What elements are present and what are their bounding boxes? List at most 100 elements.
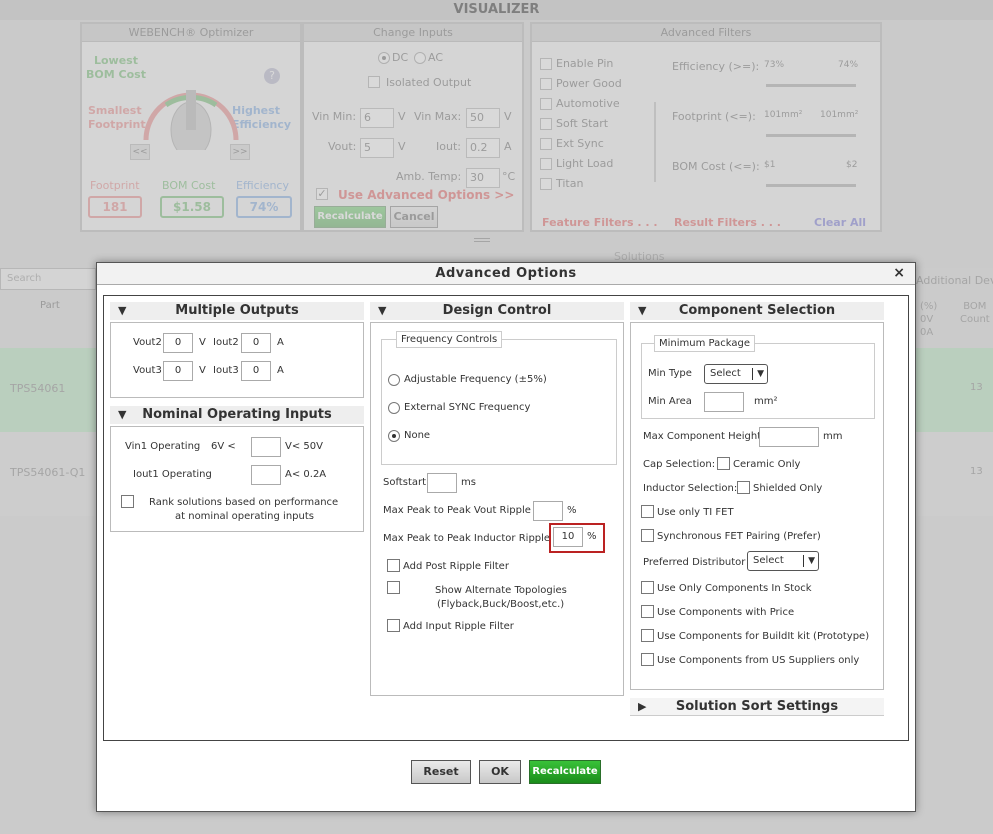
chevron-down-icon: ▼ [808,556,815,566]
adjustable-frequency-label: Adjustable Frequency (±5%) [404,374,547,385]
iout3-label: Iout3 [213,365,239,376]
iout2-label: Iout2 [213,337,239,348]
min-area-input[interactable] [704,392,744,412]
advanced-options-dialog: Advanced Options × ▼ Multiple Outputs Vo… [96,262,916,812]
minimum-package-group: Minimum Package Min Type Select ▼ Min Ar… [641,335,875,419]
alternate-topologies-label-2: (Flyback,Buck/Boost,etc.) [437,599,565,610]
alternate-topologies-label-1: Show Alternate Topologies [435,585,567,596]
vout2-unit: V [199,337,206,348]
cap-selection-label: Cap Selection: [643,459,716,470]
external-sync-label: External SYNC Frequency [404,402,531,413]
sync-fet-checkbox[interactable] [641,529,654,542]
inductor-ripple-unit: % [587,531,597,542]
rank-solutions-checkbox[interactable] [121,495,134,508]
multiple-outputs-title: Multiple Outputs [175,303,299,318]
nominal-inputs-header[interactable]: ▼ Nominal Operating Inputs [110,406,364,424]
vout3-label: Vout3 [133,365,162,376]
sort-settings-header[interactable]: ▶ Solution Sort Settings [630,698,884,716]
buildit-kit-checkbox[interactable] [641,629,654,642]
inductor-ripple-label: Max Peak to Peak Inductor Ripple [383,533,551,544]
min-type-label: Min Type [648,368,692,379]
buildit-kit-label: Use Components for BuildIt kit (Prototyp… [657,631,870,642]
inductor-ripple-input[interactable]: 10 [553,527,583,547]
vout2-input[interactable]: 0 [163,333,193,353]
iout3-unit: A [277,365,284,376]
iout1-input[interactable] [251,465,281,485]
softstart-unit: ms [461,477,476,488]
ok-button[interactable]: OK [479,760,521,784]
us-suppliers-label: Use Components from US Suppliers only [657,655,860,666]
reset-button[interactable]: Reset [411,760,471,784]
max-height-unit: mm [823,431,843,442]
post-ripple-label: Add Post Ripple Filter [403,561,509,572]
alternate-topologies-checkbox[interactable] [387,581,400,594]
vout3-unit: V [199,365,206,376]
design-control-box: Frequency Controls Adjustable Frequency … [370,322,624,696]
us-suppliers-checkbox[interactable] [641,653,654,666]
component-selection-box: Minimum Package Min Type Select ▼ Min Ar… [630,322,884,690]
in-stock-label: Use Only Components In Stock [657,583,812,594]
vin1-label: Vin1 Operating [125,441,201,452]
adjustable-frequency-radio[interactable] [388,374,400,386]
shielded-only-checkbox[interactable] [737,481,750,494]
only-ti-fet-label: Use only TI FET [657,507,734,518]
vout3-input[interactable]: 0 [163,361,193,381]
preferred-distributor-select[interactable]: Select ▼ [747,551,819,571]
iout1-suffix: A< 0.2A [285,469,327,480]
input-ripple-label: Add Input Ripple Filter [403,621,514,632]
sort-settings-title: Solution Sort Settings [675,699,839,714]
nominal-inputs-title: Nominal Operating Inputs [142,407,332,422]
shielded-only-label: Shielded Only [753,483,823,494]
preferred-distributor-label: Preferred Distributor [643,557,746,568]
dialog-title: Advanced Options [97,263,915,285]
iout2-unit: A [277,337,284,348]
design-control-title: Design Control [442,303,552,318]
none-radio[interactable] [388,430,400,442]
vin1-suffix: V< 50V [285,441,323,452]
input-ripple-checkbox[interactable] [387,619,400,632]
min-area-label: Min Area [648,396,692,407]
ceramic-only-label: Ceramic Only [733,459,801,470]
softstart-input[interactable] [427,473,457,493]
nominal-inputs-box: Vin1 Operating 6V < V< 50V Iout1 Operati… [110,426,364,532]
vout-ripple-label: Max Peak to Peak Vout Ripple [383,505,531,516]
none-label: None [404,430,431,441]
recalculate-button[interactable]: Recalculate [529,760,601,784]
close-icon[interactable]: × [893,265,905,281]
ceramic-only-checkbox[interactable] [717,457,730,470]
inductor-selection-label: Inductor Selection: [643,483,738,494]
dialog-content: ▼ Multiple Outputs Vout2 0 V Iout2 0 A V… [103,295,909,741]
frequency-controls-legend: Frequency Controls [396,331,503,348]
with-price-checkbox[interactable] [641,605,654,618]
in-stock-checkbox[interactable] [641,581,654,594]
iout3-input[interactable]: 0 [241,361,271,381]
min-type-select[interactable]: Select ▼ [704,364,768,384]
sync-fet-label: Synchronous FET Pairing (Prefer) [657,531,821,542]
softstart-label: Softstart [383,477,427,488]
vout2-label: Vout2 [133,337,162,348]
rank-solutions-label-2: at nominal operating inputs [175,511,314,522]
component-selection-header[interactable]: ▼ Component Selection [630,302,884,320]
max-height-input[interactable] [759,427,819,447]
with-price-label: Use Components with Price [657,607,795,618]
rank-solutions-label-1: Rank solutions based on performance [149,497,339,508]
preferred-distributor-value: Select [753,555,784,566]
max-height-label: Max Component Height [643,431,762,442]
external-sync-radio[interactable] [388,402,400,414]
vout-ripple-unit: % [567,505,577,516]
minimum-package-legend: Minimum Package [654,335,755,352]
vin1-input[interactable] [251,437,281,457]
min-area-unit: mm² [754,396,778,407]
vout-ripple-input[interactable] [533,501,563,521]
min-type-value: Select [710,368,741,379]
chevron-down-icon: ▼ [757,369,764,379]
multiple-outputs-header[interactable]: ▼ Multiple Outputs [110,302,364,320]
only-ti-fet-checkbox[interactable] [641,505,654,518]
iout1-label: Iout1 Operating [133,469,212,480]
iout2-input[interactable]: 0 [241,333,271,353]
post-ripple-checkbox[interactable] [387,559,400,572]
frequency-controls-group: Frequency Controls Adjustable Frequency … [381,331,617,465]
multiple-outputs-box: Vout2 0 V Iout2 0 A Vout3 0 V Iout3 0 A [110,322,364,398]
component-selection-title: Component Selection [678,303,836,318]
design-control-header[interactable]: ▼ Design Control [370,302,624,320]
